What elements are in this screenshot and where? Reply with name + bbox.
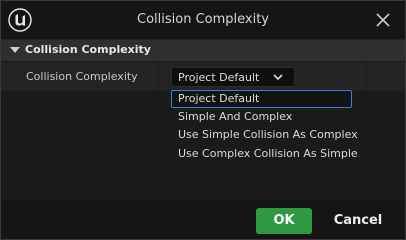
- dropdown-option-use-simple-as-complex[interactable]: Use Simple Collision As Complex: [171, 126, 358, 144]
- collision-complexity-combo-box[interactable]: Project Default: [171, 67, 295, 87]
- dropdown-option-project-default[interactable]: Project Default: [171, 90, 352, 108]
- dropdown-menu: Project Default Simple And Complex Use S…: [171, 88, 361, 168]
- dropdown-option-simple-and-complex[interactable]: Simple And Complex: [171, 108, 292, 126]
- chevron-down-icon: [273, 74, 283, 81]
- dropdown-option-use-complex-as-simple[interactable]: Use Complex Collision As Simple: [171, 145, 358, 163]
- property-label: Collision Complexity: [26, 70, 138, 83]
- column-divider[interactable]: [158, 62, 159, 91]
- combo-selected-value: Project Default: [178, 71, 260, 84]
- dialog-footer: OK Cancel: [1, 201, 405, 239]
- window-title: Collision Complexity: [137, 12, 269, 27]
- section-title: Collision Complexity: [25, 43, 151, 56]
- close-icon[interactable]: [375, 12, 391, 28]
- expand-arrow-icon[interactable]: [10, 47, 20, 53]
- ok-button[interactable]: OK: [256, 208, 312, 234]
- section-header-collision-complexity[interactable]: Collision Complexity: [1, 39, 405, 61]
- cancel-button[interactable]: Cancel: [323, 208, 393, 234]
- dialog-window: Collision Complexity Collision Complexit…: [0, 0, 406, 240]
- column-divider: [366, 62, 367, 91]
- title-bar[interactable]: Collision Complexity: [1, 1, 405, 39]
